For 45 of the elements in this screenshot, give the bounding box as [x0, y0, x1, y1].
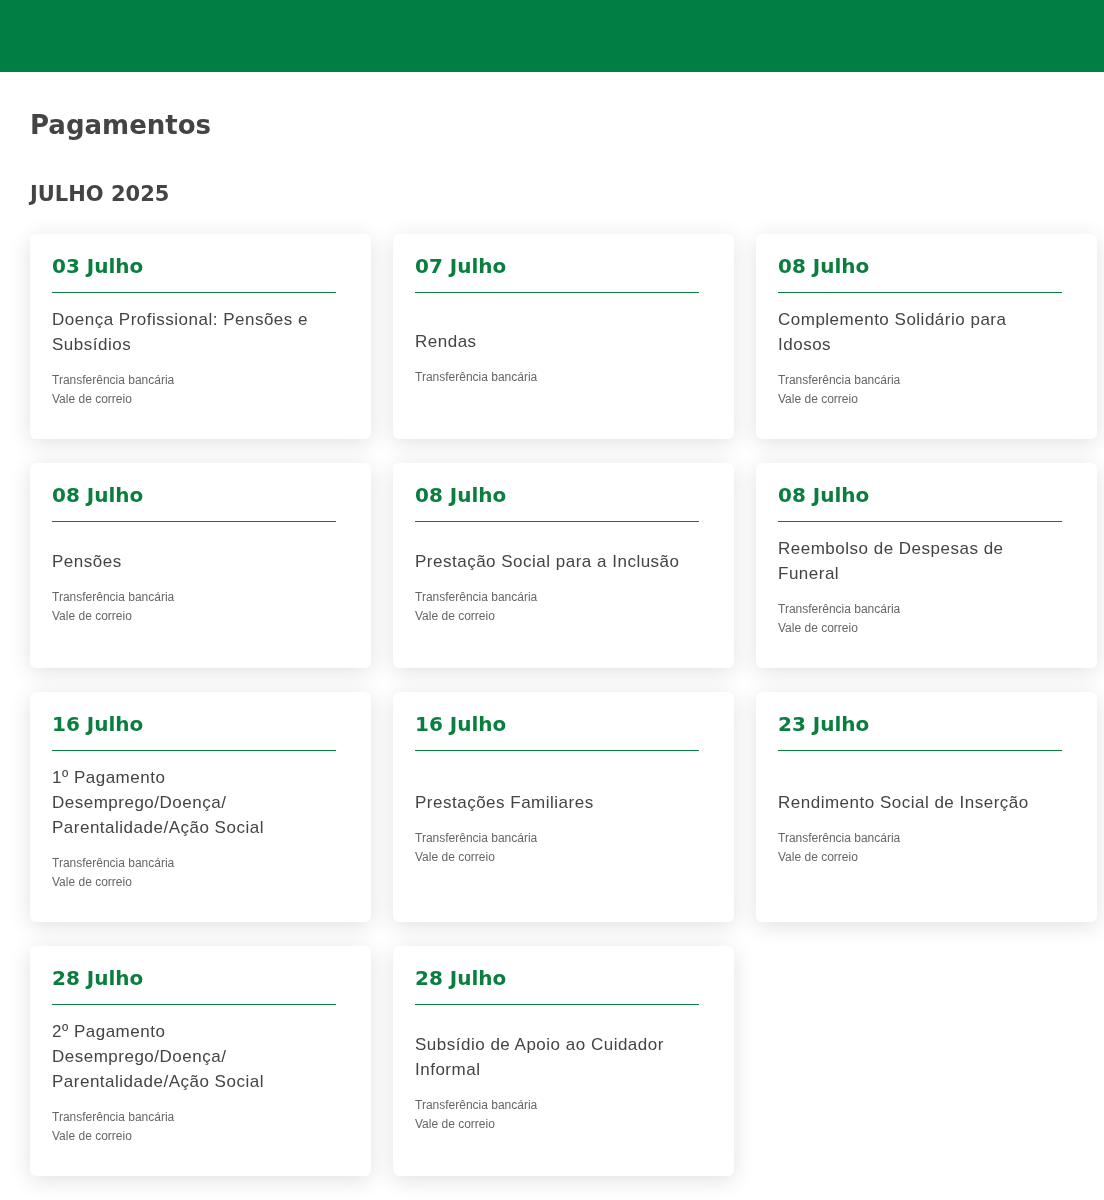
payment-method: Vale de correio: [778, 849, 859, 866]
payment-method: Transferência bancária: [52, 588, 176, 606]
payment-date: 07 Julho: [415, 254, 699, 293]
payment-method: Vale de correio: [415, 849, 496, 866]
month-heading: JULHO 2025: [30, 182, 171, 206]
payment-method: Vale de correio: [52, 1128, 133, 1145]
payment-method: Vale de correio: [52, 874, 133, 891]
payment-method: Transferência bancária: [415, 588, 539, 606]
payment-method: Transferência bancária: [52, 1109, 176, 1126]
payment-title: Pensões: [52, 550, 123, 573]
payment-method: Vale de correio: [415, 1115, 496, 1133]
page-title: Pagamentos: [30, 110, 213, 140]
payment-title: 1º Pagamento Desemprego/Doença/ Parentalidade/Ação Social: [52, 767, 265, 839]
payment-method: Vale de correio: [52, 607, 133, 625]
payment-date: 08 Julho: [778, 254, 1062, 293]
payment-title: Prestação Social para a Inclusão: [415, 550, 681, 573]
payment-method: Transferência bancária: [415, 830, 539, 847]
payment-method: Transferência bancária: [778, 601, 902, 618]
payment-method: Transferência bancária: [415, 1096, 539, 1114]
payment-date: 08 Julho: [415, 483, 699, 522]
payment-title: Prestações Familiares: [415, 792, 595, 814]
payment-method: Transferência bancária: [778, 372, 902, 389]
payment-date: 16 Julho: [415, 712, 699, 751]
payment-method: Transferência bancária: [415, 369, 539, 386]
payment-date: 23 Julho: [778, 712, 1062, 751]
payment-date: 16 Julho: [52, 712, 336, 751]
payment-method: Transferência bancária: [52, 855, 176, 872]
payment-method: Vale de correio: [778, 620, 859, 637]
payment-date: 08 Julho: [778, 483, 1062, 522]
payment-method: Vale de correio: [778, 391, 859, 408]
payment-date: 08 Julho: [52, 483, 336, 522]
payment-title: Subsídio de Apoio ao Cuidador Informal: [415, 1033, 665, 1081]
payment-title: 2º Pagamento Desemprego/Doença/ Parentalidade/Ação Social: [52, 1021, 265, 1093]
payment-title: Rendimento Social de Inserção: [778, 792, 1030, 814]
payment-date: 28 Julho: [52, 966, 336, 1005]
payment-date: 28 Julho: [415, 966, 699, 1005]
payment-date: 03 Julho: [52, 254, 336, 293]
payment-method: Transferência bancária: [778, 830, 902, 847]
payment-method: Transferência bancária: [52, 372, 176, 389]
payment-method: Vale de correio: [415, 607, 496, 625]
payment-title: Rendas: [415, 331, 478, 353]
payment-title: Complemento Solidário para Idosos: [778, 309, 1008, 356]
payment-method: Vale de correio: [52, 391, 133, 408]
payment-title: Doença Profissional: Pensões e Subsídios: [52, 309, 309, 356]
payment-title: Reembolso de Despesas de Funeral: [778, 538, 1005, 585]
